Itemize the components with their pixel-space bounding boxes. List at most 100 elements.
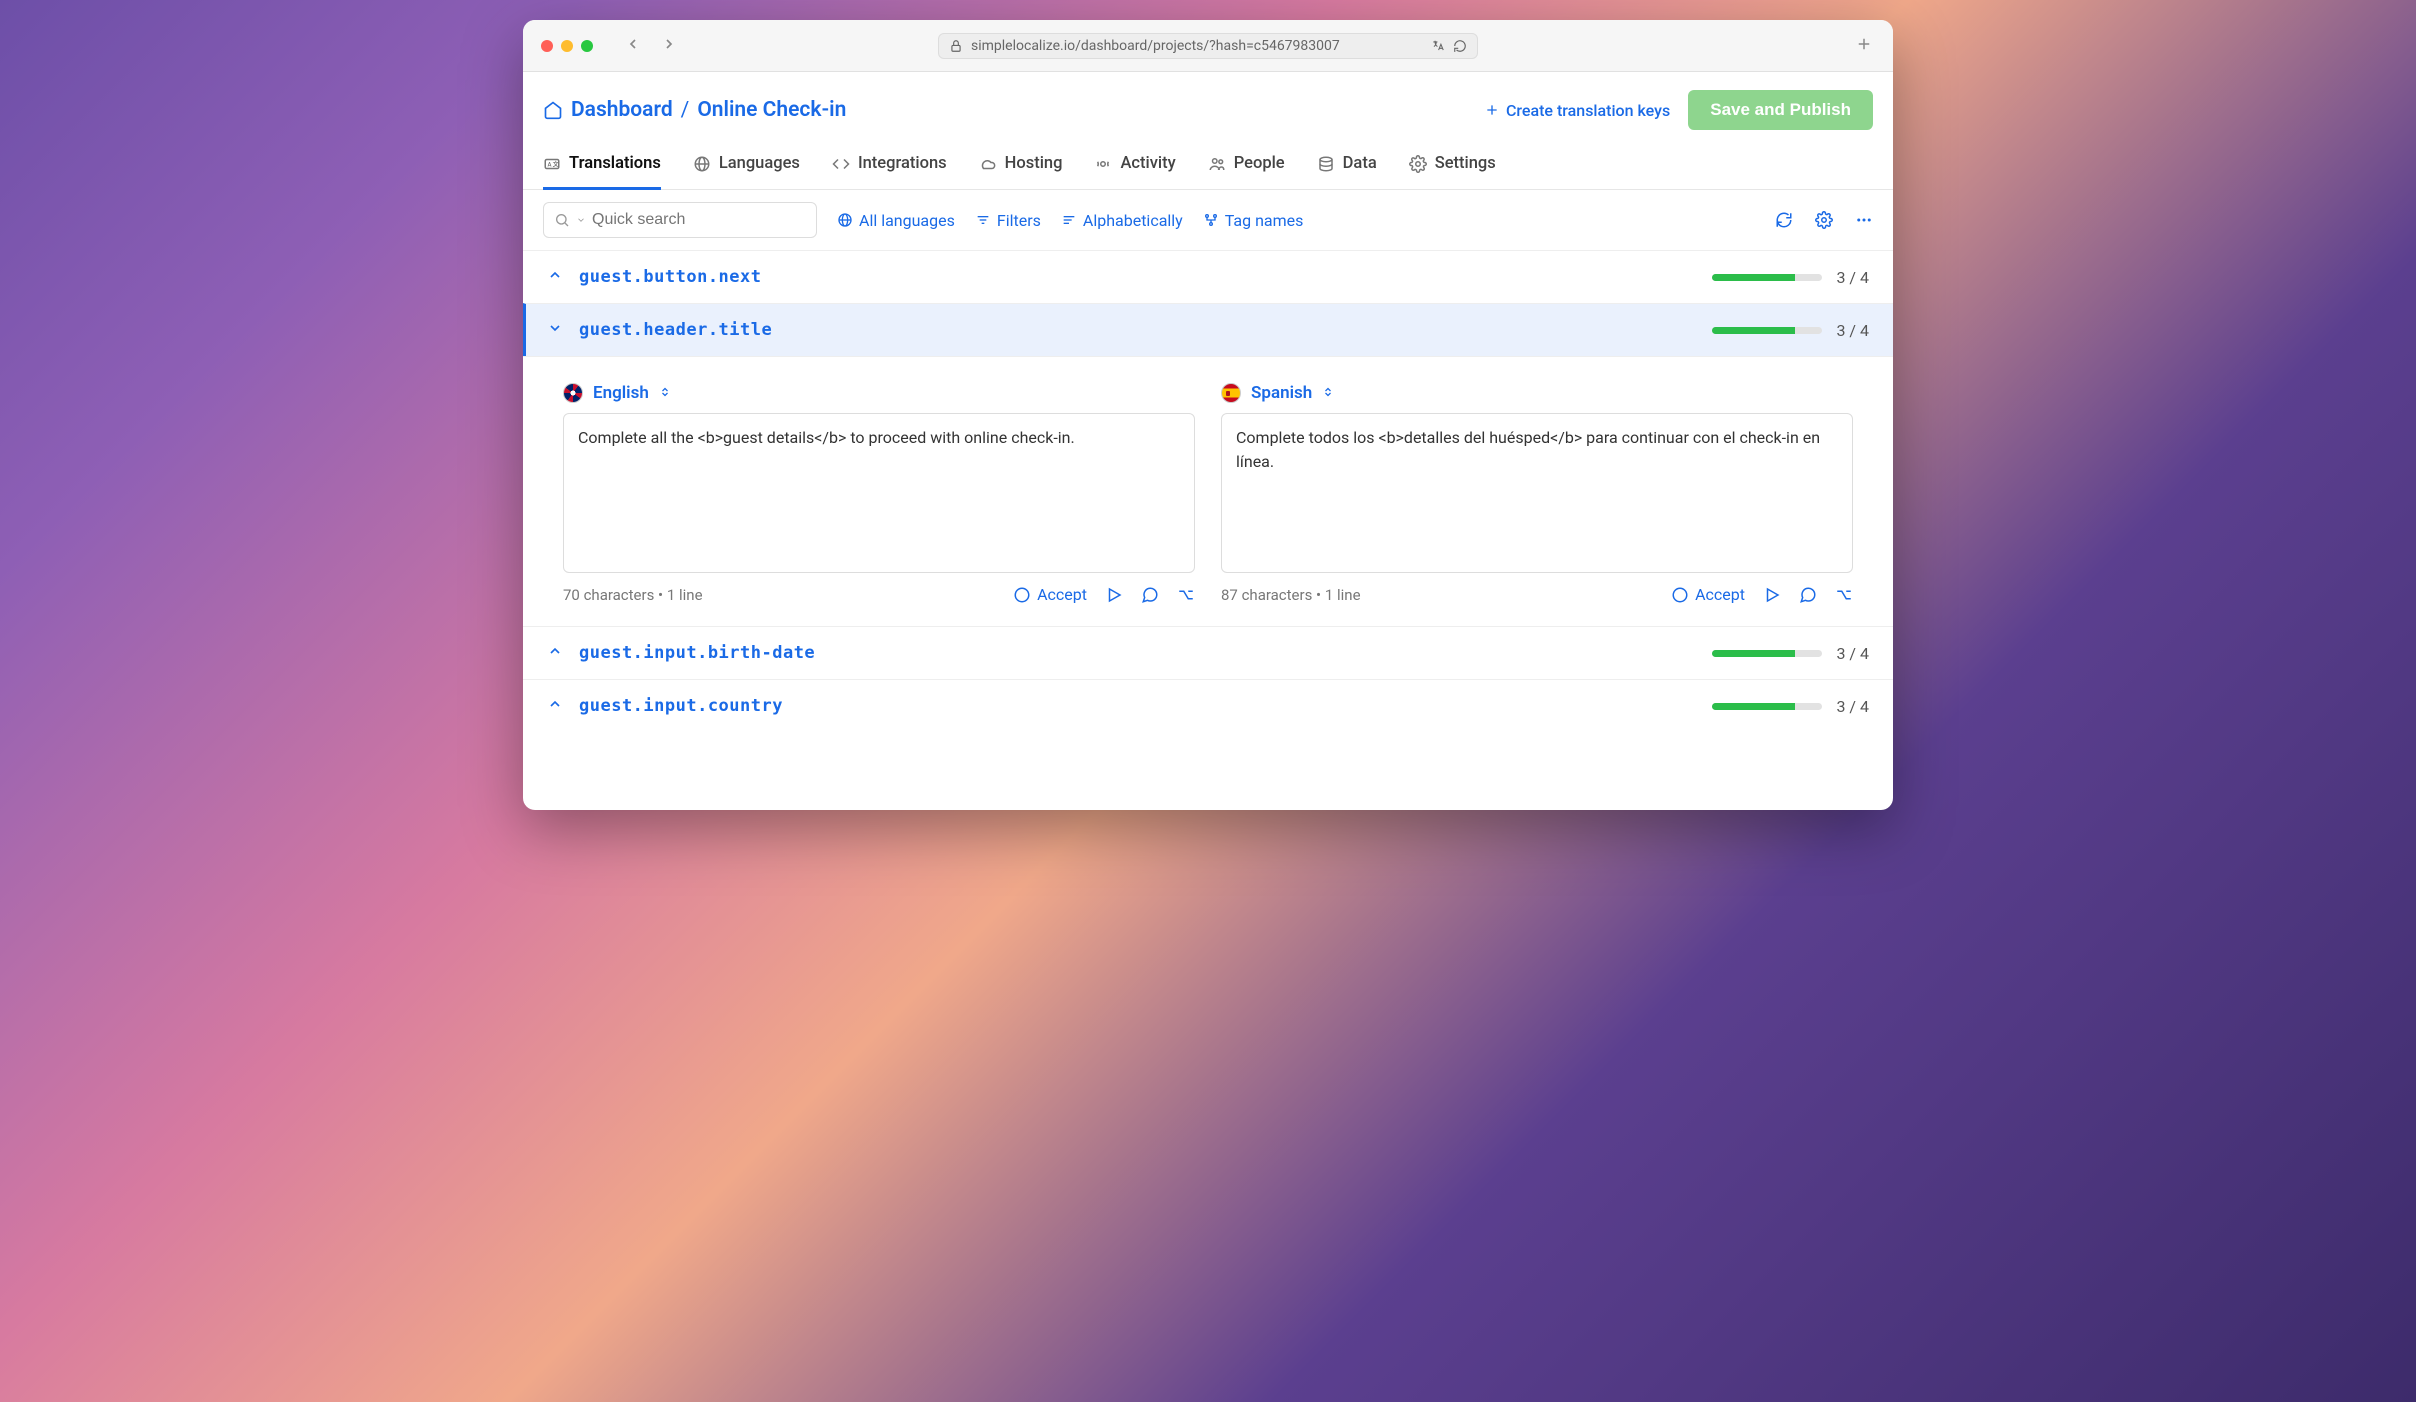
page-header: Dashboard / Online Check-in Create trans…: [523, 72, 1893, 144]
tab-activity[interactable]: Activity: [1094, 144, 1175, 190]
alt-icon[interactable]: [1177, 586, 1195, 604]
tab-translations-label: Translations: [569, 154, 661, 173]
tab-data-label: Data: [1343, 154, 1377, 173]
globe-icon: [837, 212, 853, 228]
key-row[interactable]: guest.input.country 3 / 4: [523, 679, 1893, 732]
pane-actions: Accept: [1671, 585, 1853, 604]
app-content: Dashboard / Online Check-in Create trans…: [523, 72, 1893, 810]
filter-icon: [975, 212, 991, 228]
forward-button[interactable]: [661, 36, 677, 56]
create-keys-label: Create translation keys: [1506, 101, 1670, 120]
tag-names-button[interactable]: Tag names: [1203, 211, 1304, 230]
alt-icon[interactable]: [1835, 586, 1853, 604]
key-row[interactable]: guest.button.next 3 / 4: [523, 250, 1893, 303]
circle-icon: [1013, 586, 1031, 604]
pane-actions: Accept: [1013, 585, 1195, 604]
tab-integrations-label: Integrations: [858, 154, 947, 173]
translation-key-list: guest.button.next 3 / 4 guest.header.tit…: [523, 250, 1893, 732]
filters-button[interactable]: Filters: [975, 211, 1041, 230]
breadcrumb-current[interactable]: Online Check-in: [697, 98, 846, 122]
close-window-button[interactable]: [541, 40, 553, 52]
reload-icon[interactable]: [1453, 39, 1467, 53]
plus-icon: [1484, 102, 1500, 118]
home-icon[interactable]: [543, 100, 563, 120]
minimize-window-button[interactable]: [561, 40, 573, 52]
flag-gb-icon: [563, 383, 583, 403]
create-translation-keys-button[interactable]: Create translation keys: [1484, 101, 1670, 120]
translation-editor: English Complete all the <b>guest detail…: [523, 356, 1893, 626]
accept-button[interactable]: Accept: [1671, 585, 1745, 604]
tag-names-label: Tag names: [1225, 211, 1304, 230]
key-row[interactable]: guest.input.birth-date 3 / 4: [523, 626, 1893, 679]
tab-languages-label: Languages: [719, 154, 800, 173]
tab-people-label: People: [1234, 154, 1285, 173]
breadcrumb-root[interactable]: Dashboard: [571, 98, 673, 122]
header-actions: Create translation keys Save and Publish: [1484, 90, 1873, 130]
people-icon: [1208, 155, 1226, 173]
tab-integrations[interactable]: Integrations: [832, 144, 947, 190]
address-bar[interactable]: simplelocalize.io/dashboard/projects/?ha…: [938, 33, 1478, 59]
tag-icon: [1203, 212, 1219, 228]
search-input[interactable]: [543, 202, 817, 238]
all-languages-filter[interactable]: All languages: [837, 211, 955, 230]
flag-es-icon: [1221, 383, 1241, 403]
accept-button[interactable]: Accept: [1013, 585, 1087, 604]
back-button[interactable]: [625, 36, 641, 56]
key-name: guest.input.birth-date: [579, 643, 815, 663]
tab-settings[interactable]: Settings: [1409, 144, 1496, 190]
tab-languages[interactable]: Languages: [693, 144, 800, 190]
char-count: 87 characters • 1 line: [1221, 586, 1361, 604]
save-and-publish-button[interactable]: Save and Publish: [1688, 90, 1873, 130]
accept-label: Accept: [1037, 585, 1087, 604]
collapse-icon: [547, 643, 563, 663]
progress-bar: [1712, 327, 1822, 334]
tab-data[interactable]: Data: [1317, 144, 1377, 190]
tab-settings-label: Settings: [1435, 154, 1496, 173]
expand-icon: [547, 320, 563, 340]
tab-translations[interactable]: A文 Translations: [543, 144, 661, 190]
database-icon: [1317, 155, 1335, 173]
key-progress: 3 / 4: [1712, 321, 1869, 340]
chevron-down-icon: [576, 215, 586, 225]
sort-button[interactable]: Alphabetically: [1061, 211, 1183, 230]
progress-bar: [1712, 274, 1822, 281]
language-selector[interactable]: Spanish: [1221, 383, 1853, 403]
code-icon: [832, 155, 850, 173]
key-name: guest.header.title: [579, 320, 772, 340]
new-tab-button[interactable]: [1855, 35, 1873, 57]
progress-bar: [1712, 650, 1822, 657]
play-icon[interactable]: [1105, 586, 1123, 604]
language-selector[interactable]: English: [563, 383, 1195, 403]
tab-people[interactable]: People: [1208, 144, 1285, 190]
circle-icon: [1671, 586, 1689, 604]
language-name: Spanish: [1251, 383, 1312, 403]
breadcrumb-separator: /: [681, 98, 690, 122]
key-name: guest.input.country: [579, 696, 783, 716]
save-publish-label: Save and Publish: [1710, 100, 1851, 119]
translate-icon[interactable]: [1431, 39, 1445, 53]
key-row[interactable]: guest.header.title 3 / 4: [523, 303, 1893, 356]
play-icon[interactable]: [1763, 586, 1781, 604]
tab-hosting[interactable]: Hosting: [979, 144, 1063, 190]
translation-textarea[interactable]: Complete todos los <b>detalles del huésp…: [1221, 413, 1853, 573]
search-field[interactable]: [592, 211, 806, 229]
url-text: simplelocalize.io/dashboard/projects/?ha…: [971, 38, 1423, 54]
sort-label: Alphabetically: [1083, 211, 1183, 230]
svg-text:A: A: [548, 161, 552, 168]
sort-icon: [1061, 212, 1077, 228]
browser-nav: [625, 36, 677, 56]
more-icon[interactable]: [1855, 211, 1873, 229]
refresh-icon[interactable]: [1775, 211, 1793, 229]
editor-pane-english: English Complete all the <b>guest detail…: [563, 383, 1195, 604]
comment-icon[interactable]: [1799, 586, 1817, 604]
gear-icon[interactable]: [1815, 211, 1833, 229]
comment-icon[interactable]: [1141, 586, 1159, 604]
globe-icon: [693, 155, 711, 173]
translations-icon: A文: [543, 155, 561, 173]
gear-icon: [1409, 155, 1427, 173]
tab-activity-label: Activity: [1120, 154, 1175, 173]
editor-pane-spanish: Spanish Complete todos los <b>detalles d…: [1221, 383, 1853, 604]
key-progress: 3 / 4: [1712, 268, 1869, 287]
maximize-window-button[interactable]: [581, 40, 593, 52]
translation-textarea[interactable]: Complete all the <b>guest details</b> to…: [563, 413, 1195, 573]
